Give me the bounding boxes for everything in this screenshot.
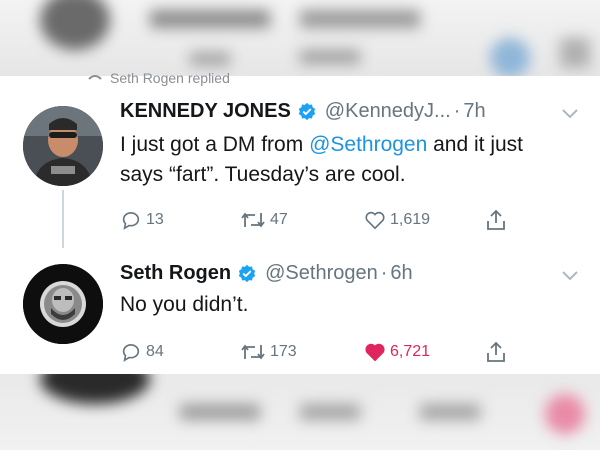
heart-outline-icon <box>365 211 385 230</box>
tweet-thread-card: Seth Rogen replied KENNEDY JONES @Kenned… <box>0 70 600 374</box>
tweet-header: Seth Rogen @Sethrogen · 6h <box>120 262 413 285</box>
like-count: 1,619 <box>390 211 431 228</box>
retweet-button[interactable]: 47 <box>240 210 288 230</box>
reply-count: 84 <box>146 343 164 360</box>
reply-context-icon <box>88 75 102 80</box>
background-top-blur <box>0 0 600 76</box>
chevron-down-icon[interactable] <box>562 109 578 119</box>
verified-badge-icon <box>238 264 256 282</box>
reply-count: 13 <box>146 211 164 228</box>
share-button[interactable] <box>486 341 506 363</box>
avatar-kennedy-jones[interactable] <box>23 106 103 186</box>
display-name[interactable]: KENNEDY JONES <box>120 100 291 123</box>
reply-icon <box>122 212 140 230</box>
tweet-actions: 13 47 1,619 <box>120 208 520 232</box>
chevron-down-icon[interactable] <box>562 271 578 281</box>
thread-connector <box>62 190 64 248</box>
reply-button[interactable]: 84 <box>120 341 164 363</box>
tweet-header: KENNEDY JONES @KennedyJ... · 7h <box>120 100 486 123</box>
like-button[interactable]: 1,619 <box>364 210 430 230</box>
verified-badge-icon <box>298 102 315 120</box>
reply-context-label: Seth Rogen replied <box>110 70 230 86</box>
profile-photo-icon <box>23 264 103 344</box>
tweet-text-part: I just got a DM from <box>120 133 310 156</box>
separator-dot: · <box>380 262 388 284</box>
tweet-text: I just got a DM from @Sethrogen and it j… <box>120 130 570 190</box>
profile-photo-icon <box>23 106 103 186</box>
heart-filled-icon <box>365 343 385 362</box>
background-bottom-blur <box>0 374 600 450</box>
retweet-count: 173 <box>270 343 297 360</box>
reply-icon <box>122 344 140 362</box>
mention-link[interactable]: @Sethrogen <box>309 133 427 156</box>
timestamp[interactable]: 6h <box>390 262 412 285</box>
like-button[interactable]: 6,721 <box>364 342 430 362</box>
user-handle[interactable]: @KennedyJ... <box>325 100 451 123</box>
avatar-seth-rogen[interactable] <box>23 264 103 344</box>
timestamp[interactable]: 7h <box>463 100 485 123</box>
tweet-actions: 84 173 6,721 <box>120 340 520 364</box>
like-count: 6,721 <box>390 343 431 360</box>
retweet-button[interactable]: 173 <box>240 342 297 362</box>
user-handle[interactable]: @Sethrogen <box>265 262 378 285</box>
retweet-icon <box>241 212 265 228</box>
reply-button[interactable]: 13 <box>120 209 164 231</box>
share-button[interactable] <box>486 209 506 231</box>
tweet-text: No you didn’t. <box>120 293 249 316</box>
separator-dot: · <box>453 100 461 122</box>
share-icon <box>487 209 505 230</box>
display-name[interactable]: Seth Rogen <box>120 262 231 285</box>
retweet-icon <box>241 344 265 360</box>
retweet-count: 47 <box>270 211 288 228</box>
reply-context: Seth Rogen replied <box>88 70 230 86</box>
share-icon <box>487 341 505 362</box>
